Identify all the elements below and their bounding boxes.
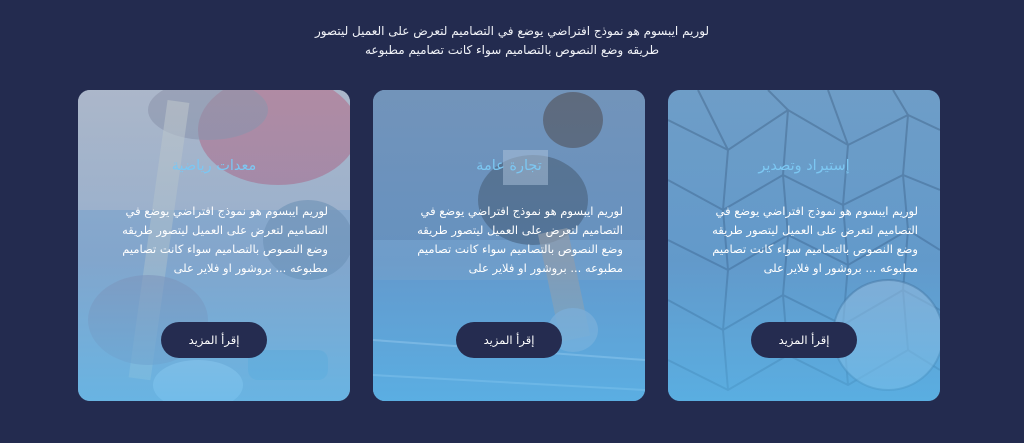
intro-line-2: طريقه وضع النصوص بالتصاميم سواء كانت تصا… bbox=[364, 43, 660, 57]
read-more-button[interactable]: إقرأ المزيد bbox=[456, 322, 562, 358]
card-description: لوريم ايبسوم هو نموذج افتراضي يوضع في ال… bbox=[712, 204, 918, 275]
card-title: إستيراد وتصدير bbox=[758, 158, 850, 174]
card-sports-equipment: معدات رياضية لوريم ايبسوم هو نموذج افترا… bbox=[78, 90, 350, 401]
card-title: معدات رياضية bbox=[171, 158, 257, 174]
read-more-button[interactable]: إقرأ المزيد bbox=[161, 322, 267, 358]
section-intro: لوريم ايبسوم هو نموذج افتراضي يوضع في ال… bbox=[0, 22, 1024, 60]
read-more-button[interactable]: إقرأ المزيد bbox=[751, 322, 857, 358]
service-cards: معدات رياضية لوريم ايبسوم هو نموذج افترا… bbox=[78, 90, 940, 401]
intro-line-1: لوريم ايبسوم هو نموذج افتراضي يوضع في ال… bbox=[314, 24, 710, 38]
card-import-export: إستيراد وتصدير لوريم ايبسوم هو نموذج افت… bbox=[668, 90, 940, 401]
card-general-trade: تجارة عامة لوريم ايبسوم هو نموذج افتراضي… bbox=[373, 90, 645, 401]
card-description: لوريم ايبسوم هو نموذج افتراضي يوضع في ال… bbox=[122, 204, 328, 275]
card-description: لوريم ايبسوم هو نموذج افتراضي يوضع في ال… bbox=[417, 204, 623, 275]
card-title: تجارة عامة bbox=[476, 158, 542, 174]
